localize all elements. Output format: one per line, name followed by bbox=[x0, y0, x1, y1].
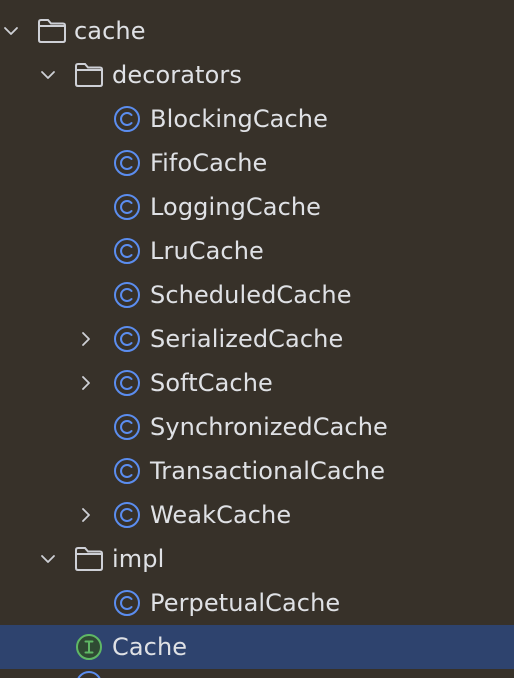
tree-row-transactionalcache[interactable]: TransactionalCache bbox=[0, 449, 514, 493]
chevron-down-icon[interactable] bbox=[37, 64, 59, 86]
class-icon bbox=[112, 500, 142, 530]
chevron-right-icon[interactable] bbox=[75, 504, 97, 526]
class-icon bbox=[112, 104, 142, 134]
tree-row-label: LoggingCache bbox=[150, 193, 322, 221]
tree-row-label: SerializedCache bbox=[150, 325, 344, 353]
folder-icon bbox=[37, 16, 67, 46]
tree-row-blockingcache[interactable]: BlockingCache bbox=[0, 97, 514, 141]
interface-icon bbox=[74, 632, 104, 662]
chevron-down-icon[interactable] bbox=[37, 548, 59, 570]
tree-row-label: TransactionalCache bbox=[150, 457, 386, 485]
tree-row-loggingcache[interactable]: LoggingCache bbox=[0, 185, 514, 229]
tree-row-label: PerpetualCache bbox=[150, 589, 341, 617]
tree-row-synchronizedcache[interactable]: SynchronizedCache bbox=[0, 405, 514, 449]
tree-row-impl[interactable]: impl bbox=[0, 537, 514, 581]
tree-row-lrucache[interactable]: LruCache bbox=[0, 229, 514, 273]
folder-icon bbox=[74, 60, 104, 90]
tree-row-label: impl bbox=[112, 545, 165, 573]
tree-row-partial[interactable] bbox=[0, 669, 514, 678]
class-icon bbox=[112, 192, 142, 222]
class-icon bbox=[112, 236, 142, 266]
class-icon bbox=[112, 324, 142, 354]
tree-row-label: cache bbox=[74, 17, 146, 45]
tree-row-cache[interactable]: cache bbox=[0, 9, 514, 53]
class-icon bbox=[112, 280, 142, 310]
chevron-right-icon[interactable] bbox=[75, 372, 97, 394]
class-icon bbox=[112, 148, 142, 178]
tree-row-serializedcache[interactable]: SerializedCache bbox=[0, 317, 514, 361]
tree-row-label: LruCache bbox=[150, 237, 264, 265]
class-icon bbox=[74, 669, 104, 678]
tree-row-label: FifoCache bbox=[150, 149, 268, 177]
folder-icon bbox=[74, 544, 104, 574]
class-icon bbox=[112, 456, 142, 486]
tree-row-fifocache[interactable]: FifoCache bbox=[0, 141, 514, 185]
class-icon bbox=[112, 368, 142, 398]
tree-row-label: WeakCache bbox=[150, 501, 292, 529]
tree-row-scheduledcache[interactable]: ScheduledCache bbox=[0, 273, 514, 317]
tree-row-label: SoftCache bbox=[150, 369, 273, 397]
tree-row-label: Cache bbox=[112, 633, 188, 661]
tree-row-label: SynchronizedCache bbox=[150, 413, 388, 441]
class-icon bbox=[112, 588, 142, 618]
project-tree: cache decorators BlockingCache FifoCache… bbox=[0, 0, 514, 678]
tree-row-weakcache[interactable]: WeakCache bbox=[0, 493, 514, 537]
tree-row-cache-interface[interactable]: Cache bbox=[0, 625, 514, 669]
tree-row-decorators[interactable]: decorators bbox=[0, 53, 514, 97]
tree-row-label: ScheduledCache bbox=[150, 281, 352, 309]
tree-row-label: BlockingCache bbox=[150, 105, 328, 133]
tree-row-label: decorators bbox=[112, 61, 242, 89]
chevron-right-icon[interactable] bbox=[75, 328, 97, 350]
chevron-down-icon[interactable] bbox=[0, 20, 22, 42]
tree-row-softcache[interactable]: SoftCache bbox=[0, 361, 514, 405]
class-icon bbox=[112, 412, 142, 442]
tree-row-perpetualcache[interactable]: PerpetualCache bbox=[0, 581, 514, 625]
